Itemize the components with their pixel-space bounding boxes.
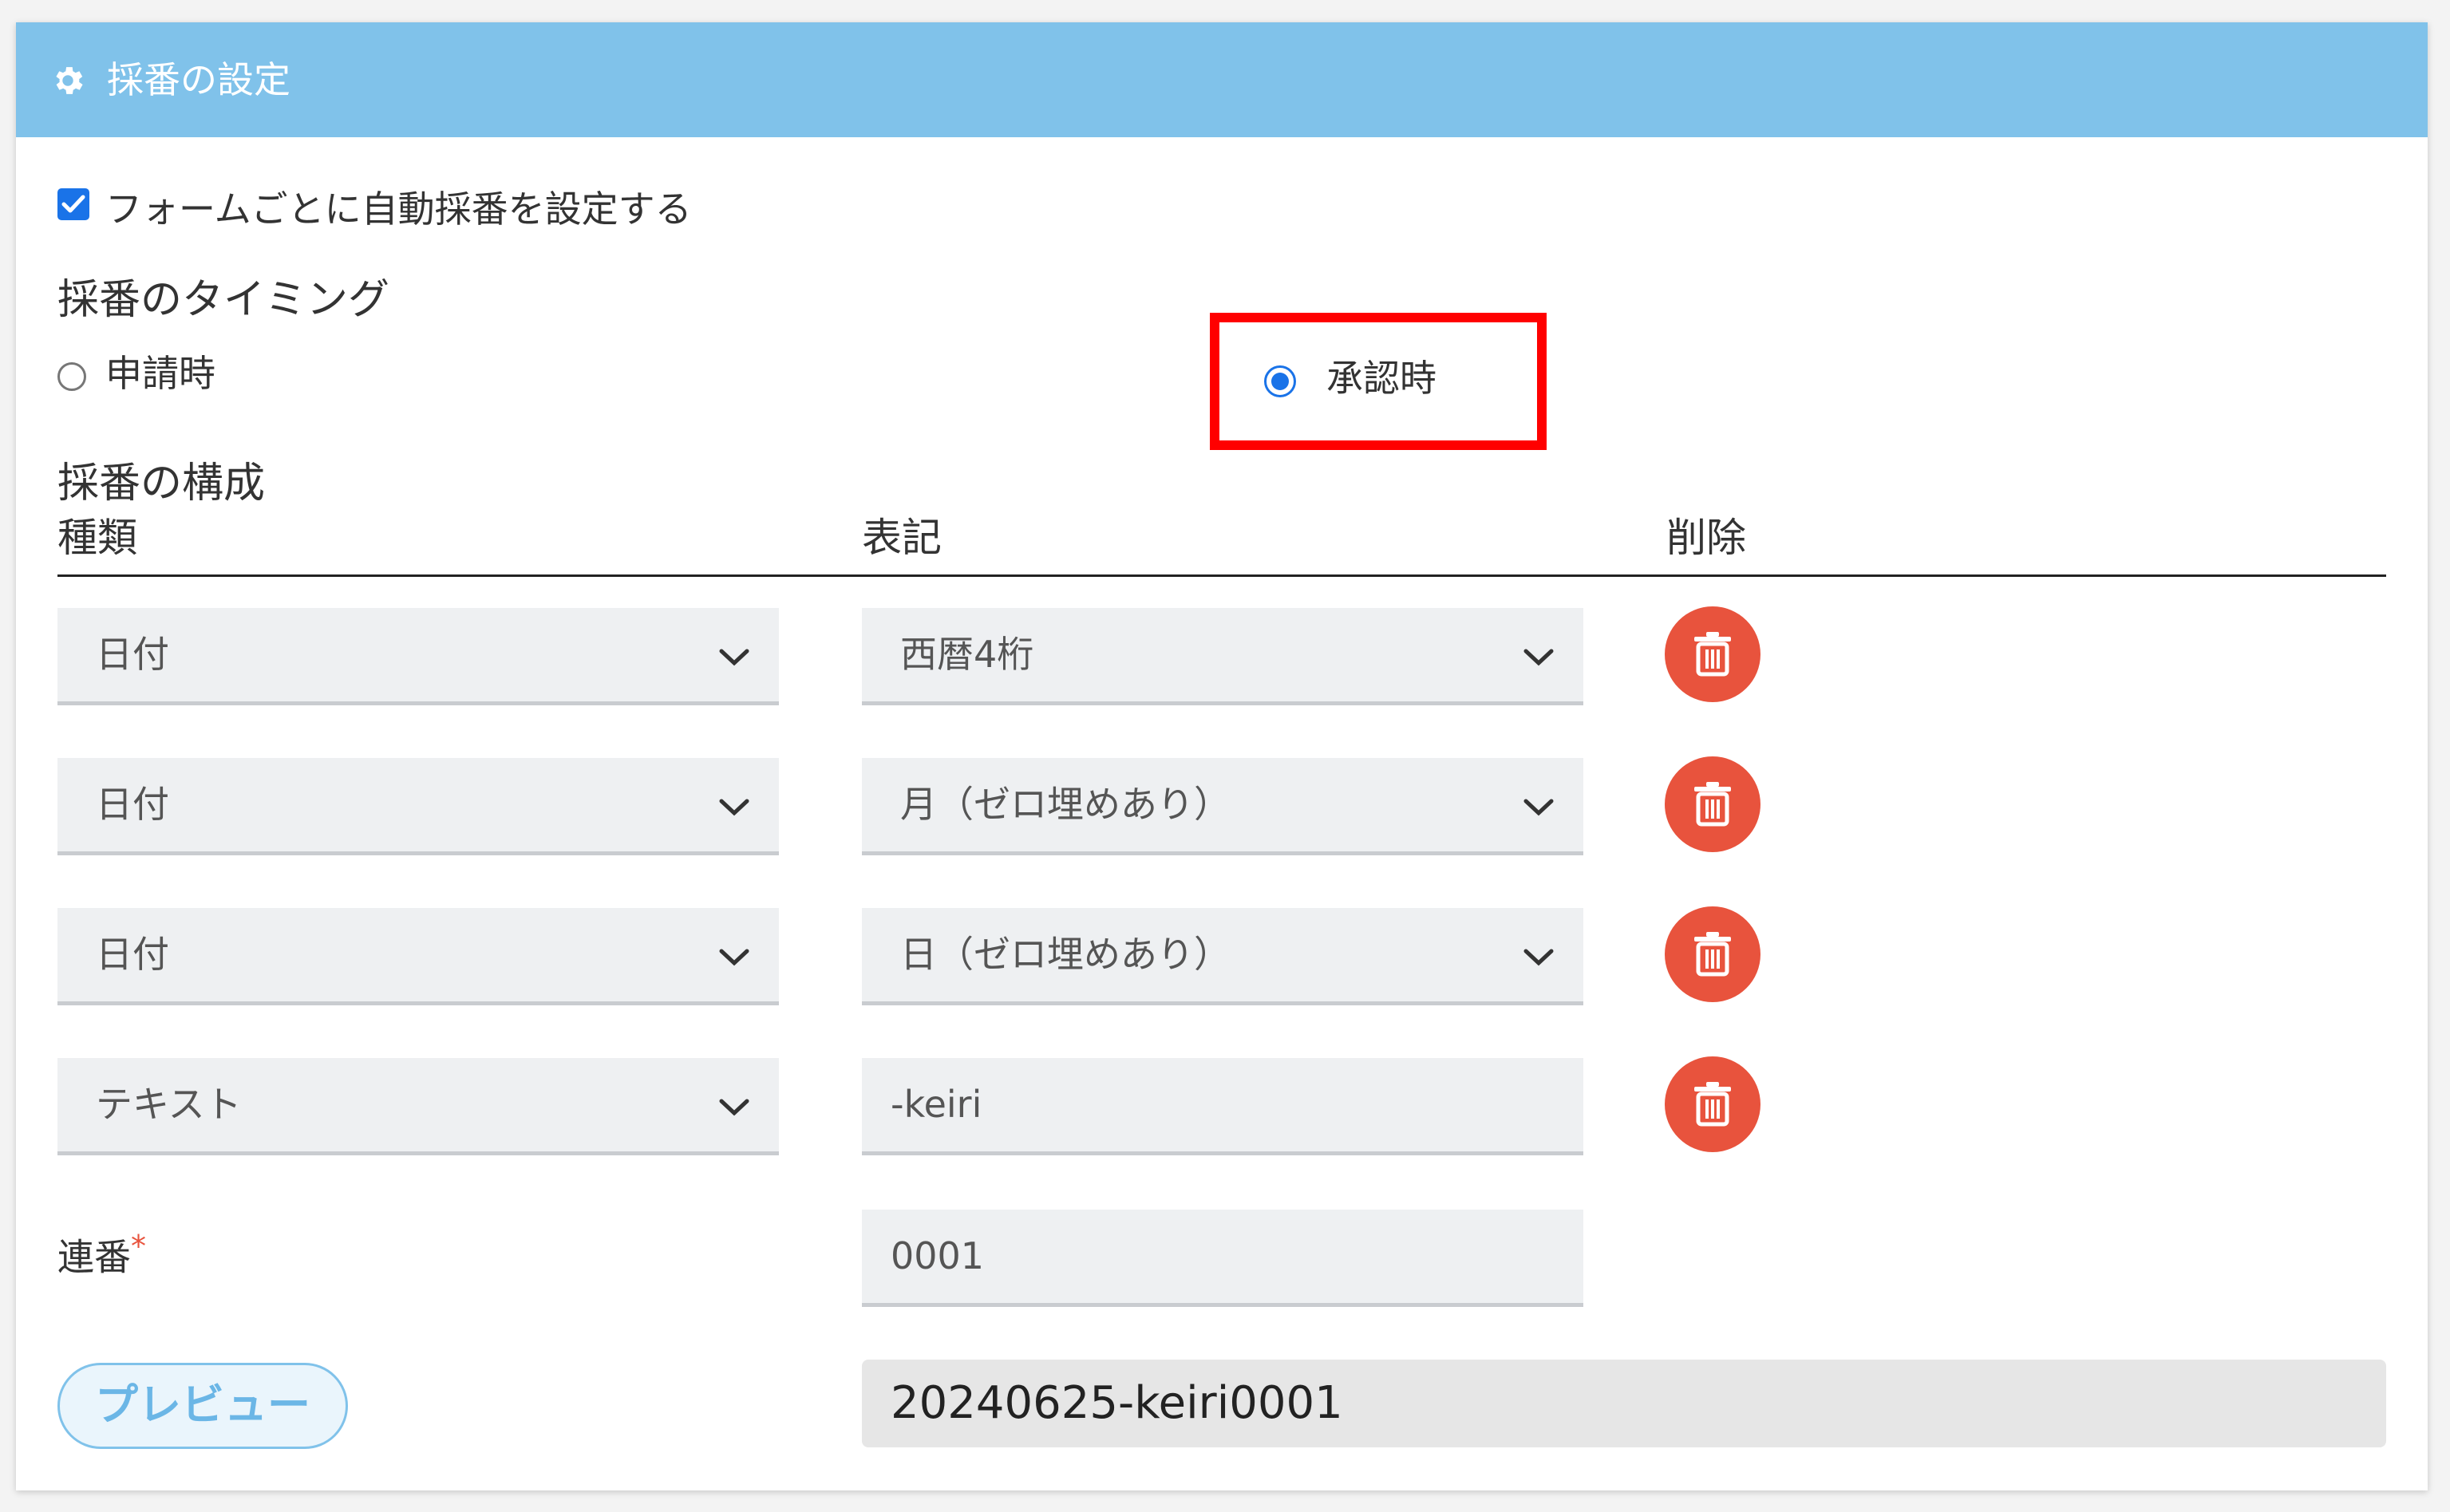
panel-header: 採番の設定 [16, 22, 2428, 137]
trash-icon [1694, 782, 1731, 827]
type-select-1[interactable]: 日付 [57, 608, 779, 705]
radio-on-application[interactable] [57, 362, 86, 391]
timing-section-title: 採番のタイミング [57, 276, 390, 324]
column-header-type: 種類 [57, 515, 137, 561]
checkmark-icon [61, 195, 85, 213]
delete-button-4[interactable] [1665, 1056, 1760, 1152]
chevron-down-icon [719, 649, 749, 666]
type-select-2[interactable]: 日付 [57, 758, 779, 855]
chevron-down-icon [719, 799, 749, 816]
notation-select-3[interactable]: 日（ゼロ埋めあり） [862, 908, 1583, 1005]
gear-icon [56, 67, 83, 94]
required-mark: * [131, 1229, 146, 1264]
chevron-down-icon [1523, 799, 1554, 816]
panel-title: 採番の設定 [107, 58, 290, 101]
notation-select-2[interactable]: 月（ゼロ埋めあり） [862, 758, 1583, 855]
preview-result-text: 20240625-keiri0001 [891, 1377, 1343, 1429]
preview-result: 20240625-keiri0001 [862, 1360, 2386, 1447]
notation-text-input-4[interactable]: -keiri [862, 1058, 1583, 1155]
column-header-delete: 削除 [1666, 515, 1746, 561]
chevron-down-icon [719, 1099, 749, 1116]
auto-numbering-checkbox[interactable] [57, 188, 89, 220]
composition-section-title: 採番の構成 [57, 460, 266, 507]
preview-button[interactable]: プレビュー [57, 1363, 348, 1449]
chevron-down-icon [1523, 949, 1554, 966]
highlight-box [1210, 313, 1547, 450]
delete-button-3[interactable] [1665, 906, 1760, 1002]
chevron-down-icon [1523, 649, 1554, 666]
chevron-down-icon [719, 949, 749, 966]
serial-number-label: 連番* [57, 1229, 146, 1279]
delete-button-1[interactable] [1665, 606, 1760, 702]
delete-button-2[interactable] [1665, 756, 1760, 852]
type-select-3[interactable]: 日付 [57, 908, 779, 1005]
type-select-4[interactable]: テキスト [57, 1058, 779, 1155]
auto-numbering-label: フォームごとに自動採番を設定する [105, 188, 692, 231]
trash-icon [1694, 632, 1731, 677]
radio-on-application-label: 申請時 [105, 352, 215, 395]
numbering-settings-panel: 採番の設定 フォームごとに自動採番を設定する 採番のタイミング 申請時 承認時 … [16, 22, 2428, 1490]
column-header-notation: 表記 [862, 515, 942, 561]
notation-select-1[interactable]: 西暦4桁 [862, 608, 1583, 705]
table-header-divider [57, 574, 2386, 577]
serial-number-input[interactable]: 0001 [862, 1210, 1583, 1307]
trash-icon [1694, 932, 1731, 977]
trash-icon [1694, 1082, 1731, 1127]
